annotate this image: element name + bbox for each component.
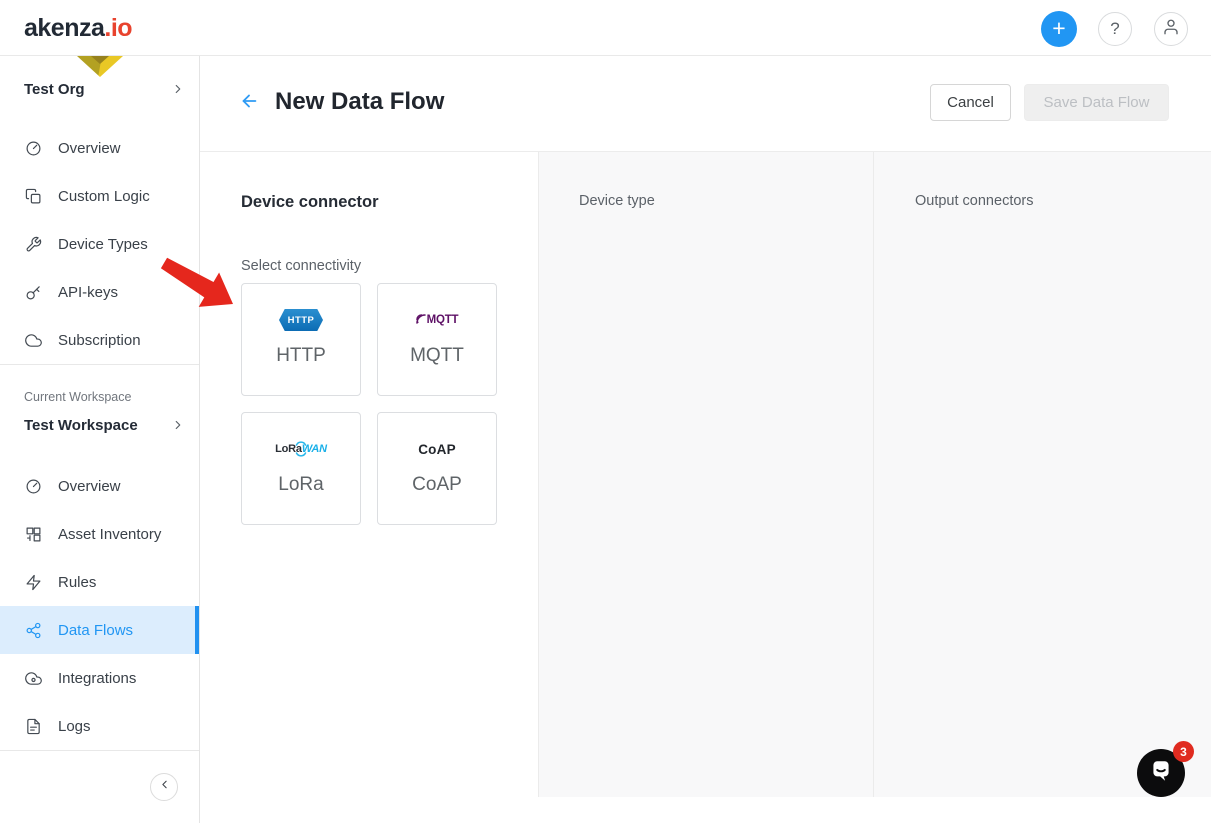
sidebar-item-label: Subscription [58,331,141,349]
arrow-left-icon [238,90,260,117]
main-content: New Data Flow Cancel Save Data Flow Devi… [200,56,1211,823]
save-button-label: Save Data Flow [1043,94,1150,111]
sidebar-item-custom-logic[interactable]: Custom Logic [0,172,199,220]
lora-arc-icon [295,449,307,461]
sidebar: Test Org Overview Custom Logic Device Ty… [0,56,200,823]
connectivity-cards: HTTP HTTP MQTT MQTT LoRaWAN LoRa CoAP Co… [241,283,497,525]
question-icon: ? [1110,19,1120,38]
sidebar-item-overview-org[interactable]: Overview [0,124,199,172]
chevron-right-icon [171,82,185,96]
app-logo[interactable]: akenza.io [24,14,133,43]
org-name: Test Org [24,80,85,98]
sidebar-item-api-keys[interactable]: API-keys [0,268,199,316]
sidebar-item-logs[interactable]: Logs [0,702,199,750]
add-button[interactable]: + [1041,11,1077,47]
output-connectors-column: Output connectors [873,152,1211,797]
connectivity-card-label: MQTT [410,345,464,366]
cloud-icon [25,332,42,349]
mqtt-signal-icon [415,313,426,327]
sidebar-item-integrations[interactable]: Integrations [0,654,199,702]
sidebar-divider [0,364,199,365]
sidebar-item-label: Overview [58,139,121,157]
sidebar-item-label: Data Flows [58,621,134,639]
app-logo-brand: akenza [24,14,105,42]
lightning-icon [25,574,42,591]
sidebar-item-overview-workspace[interactable]: Overview [0,462,199,510]
lora-arc-icon [295,437,307,449]
sidebar-item-label: Integrations [58,669,137,687]
cancel-button[interactable]: Cancel [930,84,1011,121]
device-type-column: Device type [538,152,873,797]
sidebar-item-label: Logs [58,717,91,735]
sidebar-item-asset-inventory[interactable]: Asset Inventory [0,510,199,558]
sidebar-collapse-button[interactable] [150,773,178,801]
org-nav: Overview Custom Logic Device Types API-k… [0,124,199,364]
connectivity-card-label: LoRa [278,474,324,495]
page-title: New Data Flow [275,88,445,115]
app-logo-tld: .io [104,14,133,42]
device-type-title: Device type [579,193,655,209]
share-network-icon [25,622,42,639]
account-button[interactable] [1154,12,1188,46]
chat-bubble-icon [1148,758,1174,789]
connectivity-card-coap[interactable]: CoAP CoAP [377,412,497,525]
output-connectors-title: Output connectors [915,193,1034,209]
device-connector-column: Device connector Select connectivity HTT… [200,152,538,797]
sidebar-divider [0,750,199,751]
select-connectivity-label: Select connectivity [241,258,362,274]
gauge-icon [25,478,42,495]
connectivity-card-mqtt[interactable]: MQTT MQTT [377,283,497,396]
lora-logo: LoRaWAN [275,430,327,468]
back-button[interactable] [237,91,261,115]
coap-logo: CoAP [418,430,456,468]
save-data-flow-button[interactable]: Save Data Flow [1024,84,1169,121]
sidebar-item-label: Device Types [58,235,148,253]
connectivity-card-http[interactable]: HTTP HTTP [241,283,361,396]
workspace-section-label: Current Workspace [24,390,132,404]
sidebar-item-subscription[interactable]: Subscription [0,316,199,364]
document-icon [25,718,42,735]
plus-icon: + [1052,14,1066,41]
org-selector[interactable]: Test Org [24,76,185,102]
user-icon [1162,18,1180,41]
sidebar-item-label: Rules [58,573,97,591]
device-connector-title: Device connector [241,193,379,211]
sidebar-item-label: Asset Inventory [58,525,162,543]
sidebar-item-label: Overview [58,477,121,495]
sidebar-item-rules[interactable]: Rules [0,558,199,606]
connectivity-card-lora[interactable]: LoRaWAN LoRa [241,412,361,525]
flow-builder-columns: Device connector Select connectivity HTT… [200,152,1211,797]
cancel-button-label: Cancel [947,94,994,111]
grid-icon [25,526,42,543]
coap-logo-text: CoAP [418,441,456,457]
chevron-left-icon [158,778,171,796]
workspace-nav: Overview Asset Inventory Rules Data Flow… [0,462,199,750]
chat-unread-count: 3 [1180,744,1187,759]
key-icon [25,284,42,301]
chevron-right-icon [171,418,185,432]
page-header: New Data Flow Cancel Save Data Flow [200,56,1211,152]
sidebar-item-device-types[interactable]: Device Types [0,220,199,268]
sidebar-item-data-flows[interactable]: Data Flows [0,606,199,654]
sidebar-item-label: Custom Logic [58,187,150,205]
workspace-selector[interactable]: Test Workspace [24,412,185,438]
http-logo-text: HTTP [287,314,315,326]
wrench-icon [25,236,42,253]
workspace-name: Test Workspace [24,416,138,434]
cloud-integration-icon [25,670,42,687]
mqtt-logo-text: MQTT [426,314,459,326]
connectivity-card-label: CoAP [412,474,462,495]
gauge-icon [25,140,42,157]
help-button[interactable]: ? [1098,12,1132,46]
connectivity-card-label: HTTP [276,345,326,366]
http-logo: HTTP [279,301,323,339]
overlapping-squares-icon [25,188,42,205]
mqtt-logo: MQTT [415,301,459,339]
chat-unread-badge: 3 [1173,741,1194,762]
top-bar: akenza.io + ? [0,0,1211,56]
sidebar-item-label: API-keys [58,283,119,301]
